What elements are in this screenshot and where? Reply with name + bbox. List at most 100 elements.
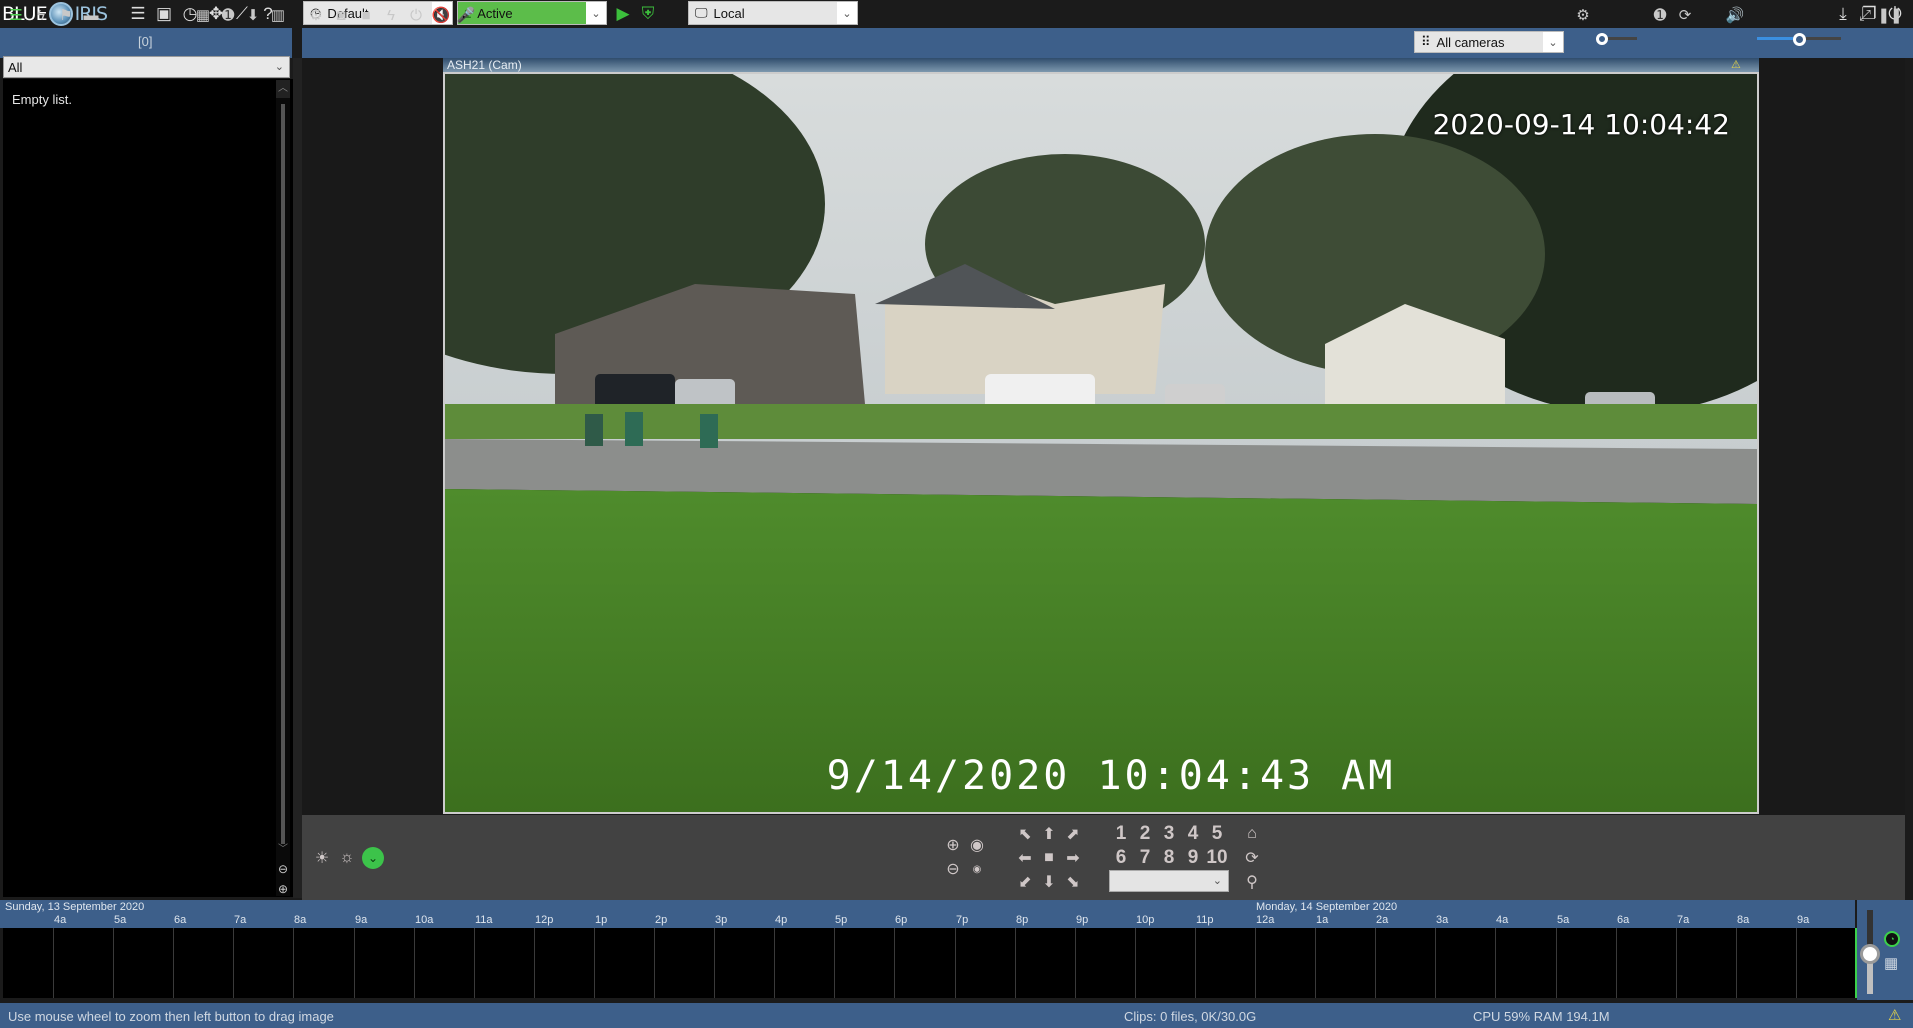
preset-1[interactable]: 1: [1109, 823, 1133, 845]
preset-5[interactable]: 5: [1205, 823, 1229, 845]
arrow-down-icon[interactable]: ⬇: [242, 4, 264, 26]
preset-6[interactable]: 6: [1109, 847, 1133, 869]
refresh-icon[interactable]: ⟳: [1241, 847, 1263, 869]
lightning-icon[interactable]: ϟ: [30, 4, 52, 26]
warning-icon[interactable]: ⚠: [1888, 1006, 1901, 1024]
timeline-hour-label: 5p: [835, 914, 848, 926]
camera-number-icon[interactable]: ➊: [1649, 4, 1671, 26]
timeline-hour-tick: [1315, 928, 1316, 998]
camera-group-select[interactable]: ⠿ All cameras ⌄: [1414, 31, 1564, 53]
trigger-icon[interactable]: ϟ: [380, 4, 402, 26]
scroll-up-icon[interactable]: ︿: [276, 80, 290, 98]
mute-icon[interactable]: 🔇: [430, 4, 452, 26]
folder-icon[interactable]: ▬: [80, 4, 102, 26]
map-icon[interactable]: ▥: [267, 4, 289, 26]
arrow-down-right-icon[interactable]: ⬊: [1062, 871, 1084, 893]
preset-row-2: 6 7 8 9 10: [1109, 847, 1229, 869]
cabinet-icon[interactable]: ☰: [5, 4, 27, 26]
timeline-hour-label: 2p: [655, 914, 668, 926]
calendar-icon[interactable]: ▦: [1884, 954, 1898, 972]
list-scrollbar[interactable]: ︿ ﹀: [276, 80, 290, 896]
timeline-hour-tick: [113, 928, 114, 998]
arrow-down-icon[interactable]: ⬇: [1038, 871, 1060, 893]
timeline-hour-tick: [1796, 928, 1797, 998]
arrow-right-icon[interactable]: ➡: [1062, 847, 1084, 869]
timeline-hour-tick: [834, 928, 835, 998]
timeline-hour-tick: [594, 928, 595, 998]
power-icon[interactable]: ⏻: [405, 4, 427, 26]
snapshot-icon[interactable]: ◙: [330, 4, 352, 26]
lightbulb-icon[interactable]: ⌄: [362, 847, 384, 869]
arrow-up-right-icon[interactable]: ⬈: [1062, 823, 1084, 845]
gear-icon[interactable]: ⚙: [305, 4, 327, 26]
fullscreen-icon[interactable]: ⤢: [1854, 4, 1876, 26]
arrow-left-icon[interactable]: ⬅: [1014, 847, 1036, 869]
alert-filter-select[interactable]: All ⌄: [3, 56, 290, 78]
stop-icon[interactable]: ■: [1038, 847, 1060, 869]
zoom-in-icon[interactable]: ⊕: [943, 835, 963, 855]
alert-count: [0]: [138, 34, 153, 49]
eye-icon[interactable]: ◉: [967, 835, 987, 855]
panel-splitter[interactable]: [293, 58, 302, 898]
focus-icon[interactable]: ◉: [967, 859, 987, 879]
clock-icon[interactable]: ◔: [1884, 931, 1900, 947]
clip-icon[interactable]: ▣: [153, 3, 175, 25]
timeline-hour-label: 7p: [956, 914, 969, 926]
zoom-out-icon[interactable]: ⊖: [276, 862, 290, 878]
camera-number-icon[interactable]: ➊: [217, 4, 239, 26]
timeline-hour-tick: [1075, 928, 1076, 998]
schedule-select[interactable]: 1 Active ⌄: [457, 1, 607, 25]
scroll-down-icon[interactable]: ﹀: [276, 840, 290, 856]
contrast-icon[interactable]: ☼: [337, 848, 357, 868]
chevron-down-icon: ⌄: [1212, 875, 1222, 887]
timeline-hour-label: 5a: [1557, 914, 1570, 926]
zoom-in-icon[interactable]: ⊕: [276, 882, 290, 898]
timeline-hour-label: 9p: [1076, 914, 1089, 926]
timeline-hour-tick: [414, 928, 415, 998]
preset-3[interactable]: 3: [1157, 823, 1181, 845]
zoom-out-icon[interactable]: ⊖: [943, 859, 963, 879]
timeline-hour-label: 6p: [895, 914, 908, 926]
timeline-hour-label: 8p: [1016, 914, 1029, 926]
download-icon[interactable]: ⤓: [1832, 3, 1854, 25]
preset-9[interactable]: 9: [1181, 847, 1205, 869]
preset-select[interactable]: ⌄: [1109, 870, 1229, 892]
server-select[interactable]: 🖵 Local ⌄: [688, 1, 858, 25]
calendar-icon[interactable]: ▦: [192, 4, 214, 26]
preset-4[interactable]: 4: [1181, 823, 1205, 845]
location-pin-icon[interactable]: ⚲: [1241, 871, 1263, 893]
scrollbar-thumb[interactable]: [281, 104, 285, 844]
microphone-icon[interactable]: 🎤: [455, 4, 477, 26]
refresh-icon[interactable]: ⟳: [1674, 4, 1696, 26]
shield-icon[interactable]: ⛨: [637, 3, 659, 25]
volume-slider-handle[interactable]: [1793, 33, 1806, 46]
timeline-hour-label: 6a: [1617, 914, 1630, 926]
brightness-down-icon[interactable]: ☀: [312, 848, 332, 868]
timeline-hour-label: 12p: [535, 914, 554, 926]
flag-icon[interactable]: ⚑: [55, 4, 77, 26]
record-icon[interactable]: ■: [355, 4, 377, 26]
arrow-up-icon[interactable]: ⬆: [1038, 823, 1060, 845]
arrow-up-left-icon[interactable]: ⬉: [1014, 823, 1036, 845]
home-icon[interactable]: ⌂: [1241, 823, 1263, 845]
chevron-down-icon: ⌄: [274, 61, 284, 73]
camera-feed[interactable]: 2020-09-14 10:04:42 9/14/2020 10:04:43 A…: [443, 72, 1759, 814]
gear-icon[interactable]: ⚙: [1572, 4, 1594, 26]
preset-7[interactable]: 7: [1133, 847, 1157, 869]
brightness-slider-handle[interactable]: [1596, 33, 1608, 45]
play-icon[interactable]: ▶: [612, 3, 634, 25]
preset-10[interactable]: 10: [1205, 847, 1229, 869]
arrow-down-left-icon[interactable]: ⬋: [1014, 871, 1036, 893]
timeline-track[interactable]: [3, 928, 1855, 998]
timeline-hour-tick: [1495, 928, 1496, 998]
pause-icon[interactable]: ❚❚: [1877, 4, 1902, 26]
preset-8[interactable]: 8: [1157, 847, 1181, 869]
timeline-zoom-handle[interactable]: [1860, 944, 1880, 964]
timeline-hour-label: 5a: [114, 914, 127, 926]
list-icon[interactable]: ☰: [127, 3, 149, 25]
preset-2[interactable]: 2: [1133, 823, 1157, 845]
alert-list[interactable]: [3, 79, 293, 897]
timeline-hour-tick: [534, 928, 535, 998]
speaker-icon[interactable]: 🔊: [1724, 4, 1746, 26]
status-resources: CPU 59% RAM 194.1M: [1473, 1009, 1610, 1024]
